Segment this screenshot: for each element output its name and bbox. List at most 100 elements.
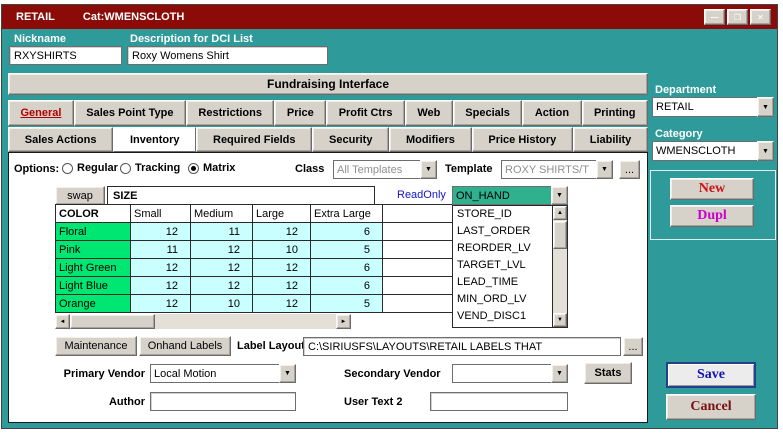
list-vscrollbar[interactable]: ▲ ▼ (552, 206, 567, 327)
dropdown-item[interactable]: LAST_ORDER (453, 223, 552, 240)
value-cell[interactable]: 12 (253, 295, 311, 313)
color-cell[interactable]: Light Blue (56, 277, 131, 295)
value-cell[interactable]: 6 (311, 259, 383, 277)
tab-printing[interactable]: Printing (581, 100, 648, 126)
secondary-vendor-dropdown[interactable]: ▼ (452, 364, 568, 383)
tab-security[interactable]: Security (312, 127, 390, 152)
blank-cell[interactable] (383, 241, 454, 259)
color-cell[interactable]: Light Green (56, 259, 131, 277)
hscrollbar-track[interactable] (155, 314, 336, 329)
nickname-input[interactable]: RXYSHIRTS (9, 46, 122, 65)
department-dropdown[interactable]: RETAIL ▼ (652, 97, 774, 117)
tab-action[interactable]: Action (522, 100, 582, 126)
tab-price[interactable]: Price (274, 100, 327, 126)
dropdown-item[interactable]: MIN_ORD_LV (453, 291, 552, 308)
tab-price-history[interactable]: Price History (471, 127, 573, 152)
onhand-labels-button[interactable]: Onhand Labels (139, 336, 231, 356)
tab-required-fields[interactable]: Required Fields (196, 127, 313, 152)
close-button[interactable]: ✕ (750, 9, 771, 25)
dropdown-item[interactable]: LEAD_TIME (453, 274, 552, 291)
minimize-button[interactable]: — (704, 9, 725, 25)
value-cell[interactable]: 10 (191, 295, 253, 313)
hscrollbar-thumb[interactable] (70, 314, 155, 329)
tab-web[interactable]: Web (404, 100, 453, 126)
class-dropdown[interactable]: All Templates ▼ (333, 160, 437, 179)
chevron-down-icon[interactable]: ▼ (420, 160, 437, 179)
blank-cell[interactable] (383, 259, 454, 277)
tab-liability[interactable]: Liability (572, 127, 649, 152)
value-cell[interactable]: 11 (131, 241, 191, 259)
value-cell[interactable]: 12 (253, 223, 311, 241)
option-regular[interactable]: Regular (62, 162, 118, 174)
color-cell[interactable]: Floral (56, 223, 131, 241)
label-layout-browse-button[interactable]: ... (623, 337, 643, 356)
tab-specials[interactable]: Specials (452, 100, 523, 126)
scroll-right-icon[interactable]: ► (336, 314, 351, 329)
chevron-down-icon[interactable]: ▼ (279, 364, 296, 383)
tab-sales-actions[interactable]: Sales Actions (8, 127, 114, 152)
value-cell[interactable]: 5 (311, 295, 383, 313)
value-cell[interactable]: 12 (131, 223, 191, 241)
tab-sales-point-type[interactable]: Sales Point Type (73, 100, 186, 126)
value-cell[interactable]: 6 (311, 277, 383, 295)
scroll-up-icon[interactable]: ▲ (553, 206, 567, 220)
color-cell[interactable]: Pink (56, 241, 131, 259)
scroll-left-icon[interactable]: ◄ (55, 314, 70, 329)
author-input[interactable] (150, 392, 296, 411)
value-cell[interactable]: 5 (311, 241, 383, 259)
value-cell[interactable]: 12 (191, 277, 253, 295)
option-tracking[interactable]: Tracking (120, 162, 180, 174)
scroll-down-icon[interactable]: ▼ (553, 313, 567, 327)
maximize-button[interactable]: ❐ (727, 9, 748, 25)
value-cell[interactable]: 12 (253, 277, 311, 295)
chevron-down-icon[interactable]: ▼ (757, 97, 774, 117)
dupl-button[interactable]: Dupl (670, 205, 754, 227)
blank-cell[interactable] (383, 277, 454, 295)
dropdown-item[interactable]: REORDER_LV (453, 240, 552, 257)
tab-profit-ctrs[interactable]: Profit Ctrs (326, 100, 405, 126)
dropdown-item[interactable]: VEND_DISC1 (453, 308, 552, 325)
user-text-2-input[interactable] (430, 392, 568, 411)
value-cell[interactable]: 12 (191, 259, 253, 277)
dropdown-item[interactable]: STORE_ID (453, 206, 552, 223)
primary-vendor-dropdown[interactable]: Local Motion ▼ (150, 364, 296, 383)
cancel-button[interactable]: Cancel (666, 394, 756, 420)
matrix-hscrollbar[interactable]: ◄ ► (55, 314, 351, 329)
description-input[interactable]: Roxy Womens Shirt (127, 46, 328, 65)
color-cell[interactable]: Orange (56, 295, 131, 313)
value-cell[interactable]: 10 (253, 241, 311, 259)
option-matrix[interactable]: Matrix (188, 162, 235, 174)
tab-restrictions[interactable]: Restrictions (185, 100, 275, 126)
template-browse-button[interactable]: ... (619, 160, 640, 179)
label-layout-input[interactable]: C:\SIRIUSFS\LAYOUTS\RETAIL LABELS THAT (303, 337, 621, 356)
swap-button[interactable]: swap (55, 186, 105, 205)
value-cell[interactable]: 12 (131, 259, 191, 277)
dropdown-item[interactable]: TARGET_LVL (453, 257, 552, 274)
chevron-down-icon[interactable]: ▼ (757, 141, 774, 161)
new-button[interactable]: New (670, 178, 754, 200)
tab-modifiers[interactable]: Modifiers (389, 127, 472, 152)
value-cell[interactable]: 12 (131, 277, 191, 295)
maintenance-button[interactable]: Maintenance (55, 336, 137, 356)
vscrollbar-thumb[interactable] (553, 221, 567, 249)
stats-button[interactable]: Stats (584, 362, 632, 384)
titlebar[interactable]: RETAIL Cat:WMENSCLOTH — ❐ ✕ (2, 5, 777, 29)
value-cell[interactable]: 6 (311, 223, 383, 241)
field-dropdown[interactable]: ON_HAND ▼ (452, 186, 568, 205)
value-cell[interactable]: 11 (191, 223, 253, 241)
chevron-down-icon[interactable]: ▼ (596, 160, 613, 179)
blank-cell[interactable] (383, 223, 454, 241)
template-dropdown[interactable]: ROXY SHIRTS/T ▼ (501, 160, 613, 179)
tab-inventory[interactable]: Inventory (113, 127, 197, 152)
fundraising-interface-bar[interactable]: Fundraising Interface (8, 73, 648, 95)
value-cell[interactable]: 12 (253, 259, 311, 277)
tab-general[interactable]: General (8, 100, 74, 126)
save-button[interactable]: Save (666, 362, 756, 388)
chevron-down-icon[interactable]: ▼ (551, 364, 568, 383)
window-title: RETAIL (16, 11, 55, 23)
category-dropdown[interactable]: WMENSCLOTH ▼ (652, 141, 774, 161)
chevron-down-icon[interactable]: ▼ (551, 186, 568, 205)
blank-cell[interactable] (383, 295, 454, 313)
value-cell[interactable]: 12 (191, 241, 253, 259)
value-cell[interactable]: 12 (131, 295, 191, 313)
